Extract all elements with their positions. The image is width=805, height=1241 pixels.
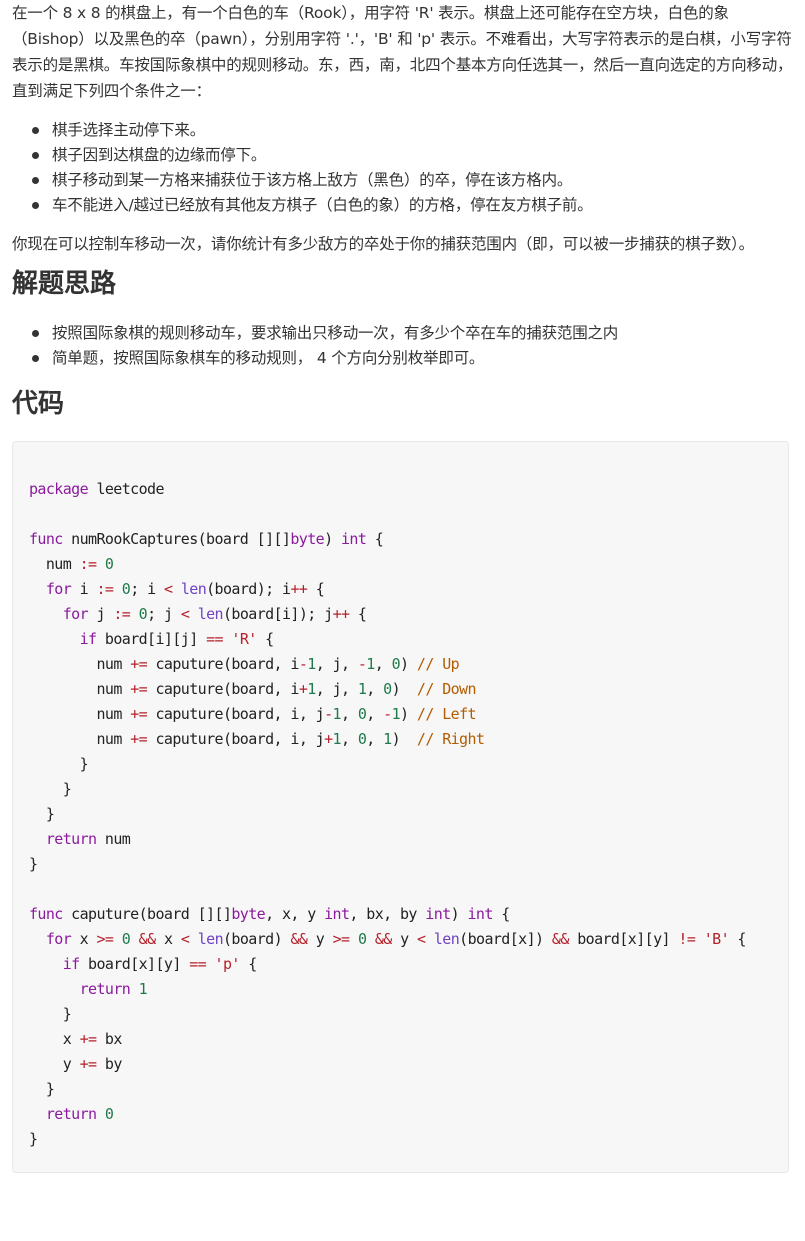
code-content[interactable]: package leetcode func numRookCaptures(bo…: [29, 452, 772, 1152]
stop-conditions-list: 棋手选择主动停下来。 棋子因到达棋盘的边缘而停下。 棋子移动到某一方格来捕获位于…: [12, 118, 793, 218]
code-heading: 代码: [12, 389, 65, 419]
bullet-icon: [32, 202, 39, 209]
code-block[interactable]: package leetcode func numRookCaptures(bo…: [12, 441, 789, 1173]
list-item: 棋子因到达棋盘的边缘而停下。: [32, 143, 793, 168]
bullet-icon: [32, 355, 39, 362]
list-item: 车不能进入/越过已经放有其他友方棋子（白色的象）的方格，停在友方棋子前。: [32, 193, 793, 218]
approach-heading: 解题思路: [12, 269, 117, 299]
problem-description: 在一个 8 x 8 的棋盘上，有一个白色的车（Rook），用字符 'R' 表示。…: [12, 4, 793, 100]
bullet-icon: [32, 330, 39, 337]
approach-list: 按照国际象棋的规则移动车，要求输出只移动一次，有多少个卒在车的捕获范围之内 简单…: [12, 321, 793, 371]
bullet-icon: [32, 177, 39, 184]
bullet-icon: [32, 127, 39, 134]
list-item: 棋手选择主动停下来。: [32, 118, 793, 143]
list-item: 简单题，按照国际象棋车的移动规则， 4 个方向分别枚举即可。: [32, 346, 793, 371]
list-item: 棋子移动到某一方格来捕获位于该方格上敌方（黑色）的卒，停在该方格内。: [32, 168, 793, 193]
bullet-icon: [32, 152, 39, 159]
article-content: 在一个 8 x 8 的棋盘上，有一个白色的车（Rook），用字符 'R' 表示。…: [0, 0, 805, 1173]
task-description: 你现在可以控制车移动一次，请你统计有多少敌方的卒处于你的捕获范围内（即，可以被一…: [12, 235, 754, 253]
list-item: 按照国际象棋的规则移动车，要求输出只移动一次，有多少个卒在车的捕获范围之内: [32, 321, 793, 346]
